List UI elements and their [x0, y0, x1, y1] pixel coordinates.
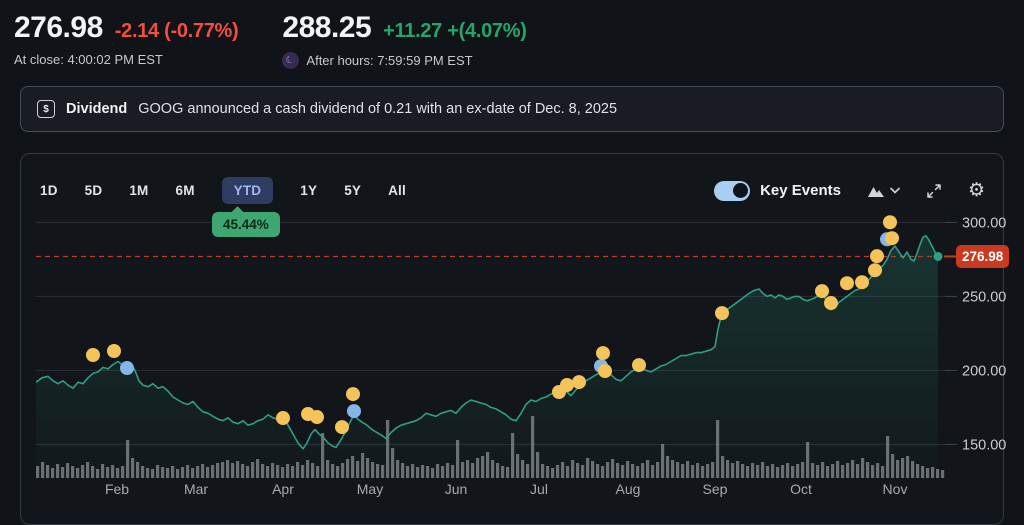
range-button-5d[interactable]: 5D	[85, 177, 103, 204]
range-change-badge: 45.44%	[212, 212, 280, 237]
range-button-1y[interactable]: 1Y	[300, 177, 317, 204]
after-hours-quote: 288.25 +11.27 +(4.07%) ☾ After hours: 7:…	[282, 11, 526, 69]
expand-button[interactable]	[926, 183, 942, 199]
moon-icon: ☾	[282, 52, 299, 69]
settings-button[interactable]: ⚙	[968, 181, 985, 200]
range-button-6m[interactable]: 6M	[176, 177, 195, 204]
regular-session-time: At close: 4:00:02 PM EST	[14, 52, 238, 67]
dividend-banner: $ Dividend GOOG announced a cash dividen…	[20, 86, 1004, 132]
range-button-5y[interactable]: 5Y	[344, 177, 361, 204]
range-button-ytd[interactable]: YTD	[222, 177, 274, 204]
key-events-toggle[interactable]: Key Events	[714, 181, 841, 201]
current-price-tag: 276.98	[956, 245, 1009, 268]
after-hours-price: 288.25	[282, 11, 371, 45]
gear-icon: ⚙	[968, 181, 985, 200]
mountain-chart-icon	[867, 184, 885, 198]
dividend-banner-text: GOOG announced a cash dividend of 0.21 w…	[138, 101, 617, 117]
range-button-1d[interactable]: 1D	[40, 177, 58, 204]
toggle-track[interactable]	[714, 181, 750, 201]
quote-header: 276.98 -2.14 (-0.77%) At close: 4:00:02 …	[0, 0, 1024, 69]
regular-price: 276.98	[14, 11, 103, 45]
toggle-knob	[733, 183, 748, 198]
dividend-banner-title: Dividend	[66, 101, 127, 117]
range-button-all[interactable]: All	[388, 177, 406, 204]
dollar-square-icon: $	[37, 100, 55, 118]
range-button-1m[interactable]: 1M	[129, 177, 148, 204]
chevron-down-icon	[890, 187, 900, 194]
chart-tools: Key Events ⚙	[714, 181, 985, 201]
chart-card: 1D 5D 1M 6M YTD 1Y 5Y All Key Events ⚙	[20, 153, 1004, 525]
range-selector: 1D 5D 1M 6M YTD 1Y 5Y All	[40, 177, 406, 204]
chart-type-button[interactable]	[867, 184, 900, 198]
after-hours-change: +11.27 +(4.07%)	[383, 20, 526, 43]
regular-change: -2.14 (-0.77%)	[115, 20, 239, 43]
key-events-label: Key Events	[760, 182, 841, 199]
after-hours-time: After hours: 7:59:59 PM EST	[306, 53, 472, 68]
expand-icon	[926, 183, 942, 199]
regular-session-quote: 276.98 -2.14 (-0.77%) At close: 4:00:02 …	[14, 11, 238, 69]
chart-toolbar: 1D 5D 1M 6M YTD 1Y 5Y All Key Events ⚙	[40, 177, 985, 204]
